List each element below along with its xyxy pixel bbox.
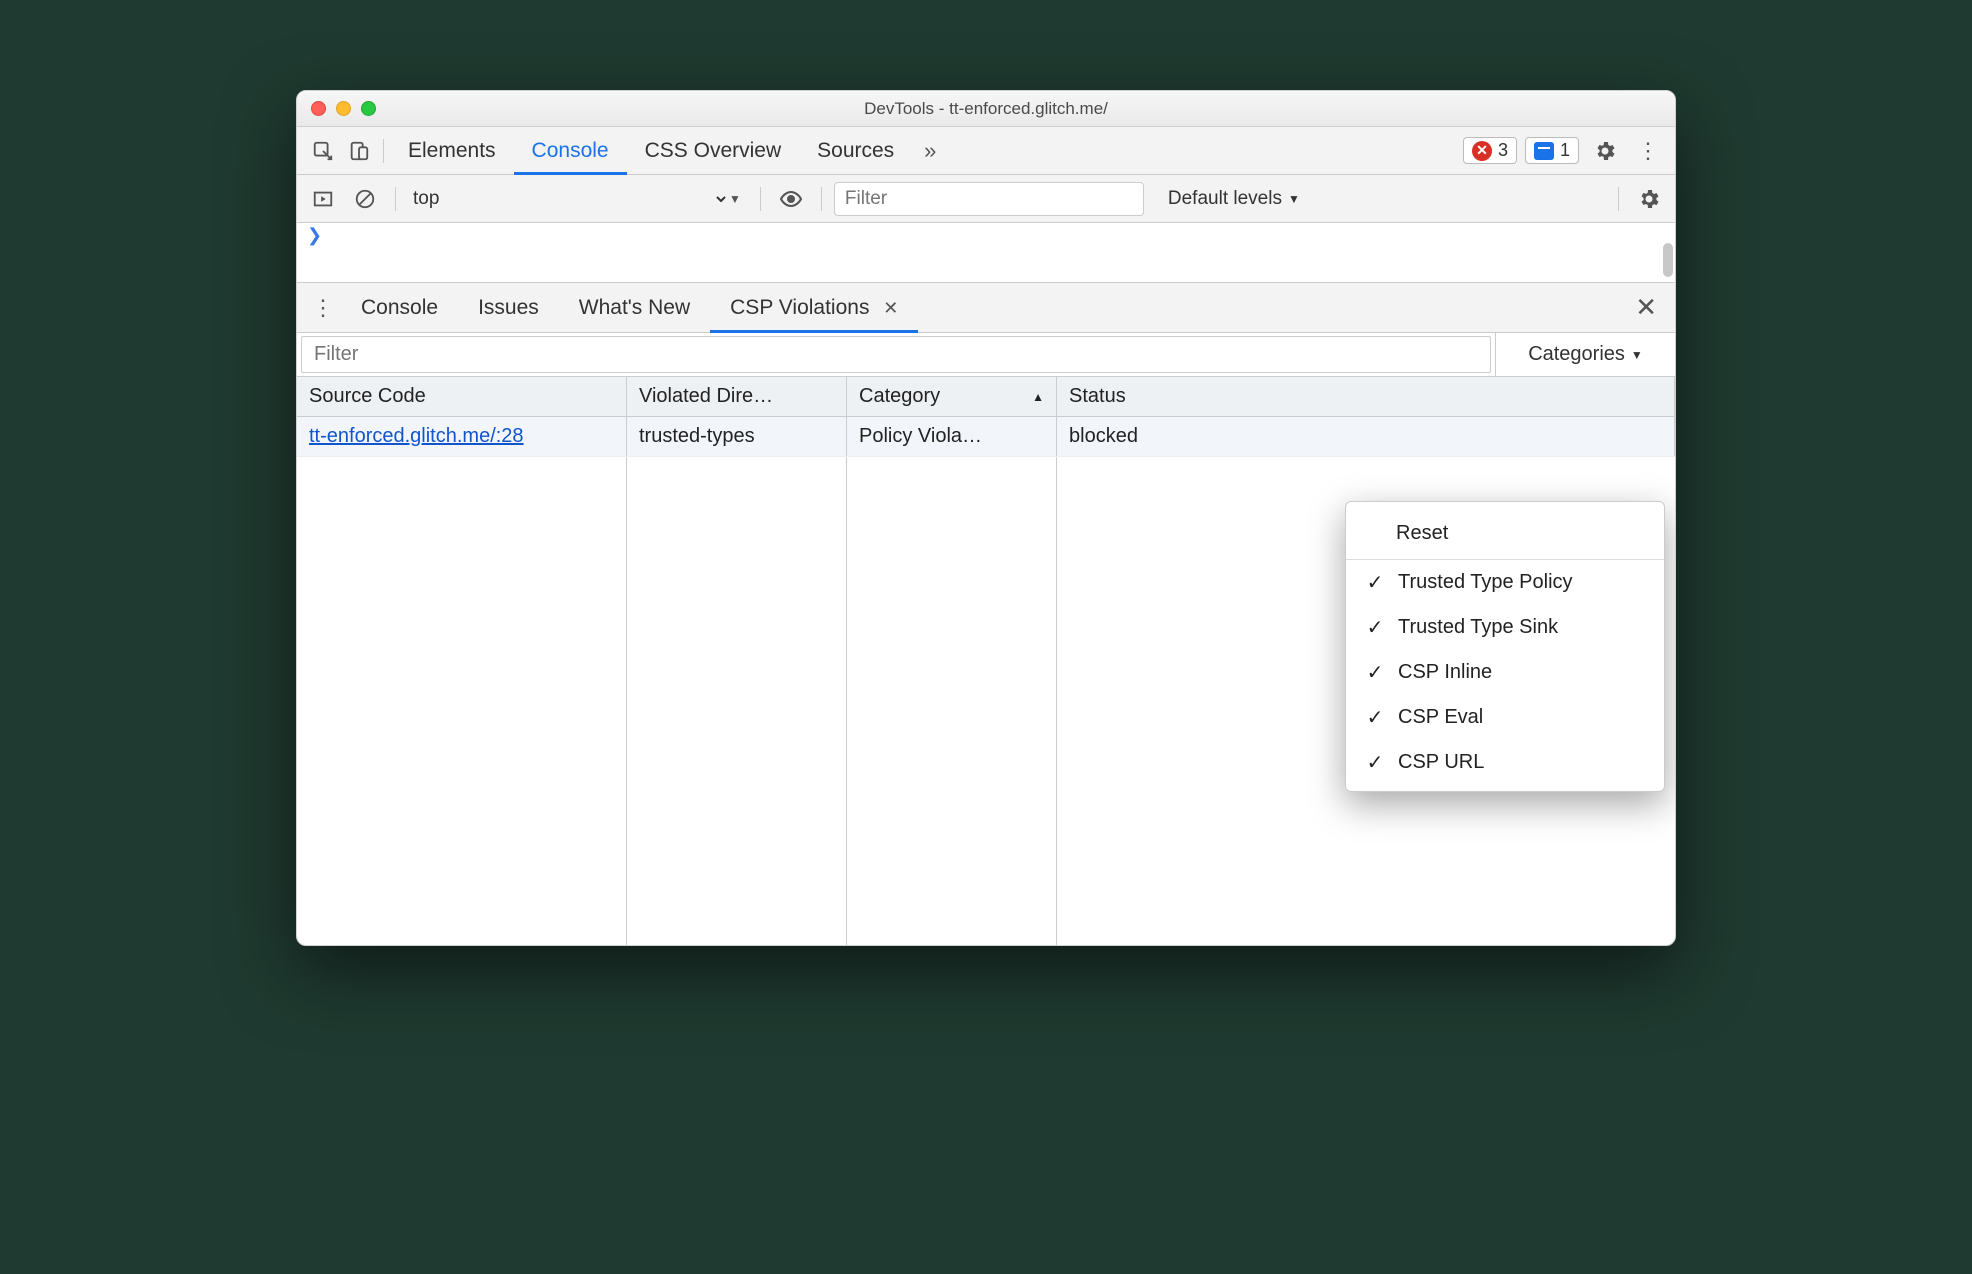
violations-filter-input[interactable]: [301, 336, 1491, 373]
tab-console[interactable]: Console: [514, 127, 627, 175]
scrollbar-thumb[interactable]: [1663, 243, 1673, 277]
table-row[interactable]: tt-enforced.glitch.me/:28 trusted-types …: [297, 417, 1675, 457]
category-option[interactable]: ✓CSP URL: [1346, 740, 1664, 785]
drawer-tab-whatsnew[interactable]: What's New: [559, 283, 710, 333]
error-count-badge[interactable]: ✕ 3: [1463, 137, 1517, 164]
message-icon: [1534, 142, 1554, 160]
titlebar: DevTools - tt-enforced.glitch.me/: [297, 91, 1675, 127]
live-expression-icon[interactable]: [773, 181, 809, 217]
category-option[interactable]: ✓Trusted Type Sink: [1346, 605, 1664, 650]
sort-asc-icon: ▲: [1032, 390, 1044, 404]
prompt-caret-icon: ❯: [307, 225, 322, 246]
cell-directive: trusted-types: [627, 417, 847, 456]
device-toggle-icon[interactable]: [341, 133, 377, 169]
console-filter-input[interactable]: [834, 182, 1144, 216]
console-settings-icon[interactable]: [1631, 181, 1667, 217]
divider: [821, 187, 822, 211]
category-option[interactable]: ✓Trusted Type Policy: [1346, 560, 1664, 605]
drawer-tab-csp-violations[interactable]: CSP Violations ✕: [710, 283, 918, 333]
window-title: DevTools - tt-enforced.glitch.me/: [297, 99, 1675, 119]
tab-elements[interactable]: Elements: [390, 127, 514, 175]
cell-status: blocked: [1057, 417, 1675, 456]
col-violated-directive[interactable]: Violated Dire…: [627, 377, 847, 416]
main-tabbar: Elements Console CSS Overview Sources » …: [297, 127, 1675, 175]
violations-toolbar: Categories ▼: [297, 333, 1675, 377]
check-icon: ✓: [1366, 750, 1384, 775]
chevron-down-icon: ▼: [729, 192, 741, 206]
col-status[interactable]: Status: [1057, 377, 1675, 416]
cell-category: Policy Viola…: [847, 417, 1057, 456]
table-header: Source Code Violated Dire… Category▲ Sta…: [297, 377, 1675, 417]
console-toolbar: top ▼ Default levels ▼: [297, 175, 1675, 223]
settings-icon[interactable]: [1587, 133, 1623, 169]
check-icon: ✓: [1366, 660, 1384, 685]
categories-reset[interactable]: Reset: [1346, 508, 1664, 560]
window-controls: [297, 101, 376, 116]
more-tabs-icon[interactable]: »: [912, 133, 948, 169]
close-drawer-icon[interactable]: ✕: [1625, 292, 1667, 323]
devtools-window: DevTools - tt-enforced.glitch.me/ Elemen…: [296, 90, 1676, 946]
chevron-down-icon: ▼: [1631, 348, 1643, 362]
divider: [1618, 187, 1619, 211]
divider: [760, 187, 761, 211]
drawer-tab-console[interactable]: Console: [341, 283, 458, 333]
check-icon: ✓: [1366, 705, 1384, 730]
drawer-kebab-icon[interactable]: ⋮: [305, 290, 341, 326]
message-count: 1: [1560, 140, 1570, 161]
divider: [395, 187, 396, 211]
log-levels-selector[interactable]: Default levels ▼: [1168, 188, 1300, 210]
sidebar-toggle-icon[interactable]: [305, 181, 341, 217]
col-source-code[interactable]: Source Code: [297, 377, 627, 416]
console-output[interactable]: ❯: [297, 223, 1675, 283]
source-link[interactable]: tt-enforced.glitch.me/:28: [309, 425, 524, 448]
close-tab-icon[interactable]: ✕: [883, 298, 898, 318]
error-icon: ✕: [1472, 141, 1492, 161]
minimize-window-icon[interactable]: [336, 101, 351, 116]
drawer-tabbar: ⋮ Console Issues What's New CSP Violatio…: [297, 283, 1675, 333]
error-count: 3: [1498, 140, 1508, 161]
inspect-icon[interactable]: [305, 133, 341, 169]
close-window-icon[interactable]: [311, 101, 326, 116]
category-option[interactable]: ✓CSP Inline: [1346, 650, 1664, 695]
category-option[interactable]: ✓CSP Eval: [1346, 695, 1664, 740]
tab-css-overview[interactable]: CSS Overview: [627, 127, 800, 175]
check-icon: ✓: [1366, 570, 1384, 595]
clear-console-icon[interactable]: [347, 181, 383, 217]
categories-selector[interactable]: Categories ▼: [1495, 333, 1675, 376]
zoom-window-icon[interactable]: [361, 101, 376, 116]
categories-menu: Reset ✓Trusted Type Policy ✓Trusted Type…: [1345, 501, 1665, 792]
drawer-tab-issues[interactable]: Issues: [458, 283, 559, 333]
context-selector[interactable]: top ▼: [408, 181, 748, 217]
divider: [383, 139, 384, 163]
tab-sources[interactable]: Sources: [799, 127, 912, 175]
col-category[interactable]: Category▲: [847, 377, 1057, 416]
check-icon: ✓: [1366, 615, 1384, 640]
kebab-menu-icon[interactable]: ⋮: [1631, 133, 1667, 169]
message-count-badge[interactable]: 1: [1525, 137, 1579, 164]
chevron-down-icon: ▼: [1288, 192, 1300, 206]
context-select[interactable]: top: [409, 182, 729, 216]
